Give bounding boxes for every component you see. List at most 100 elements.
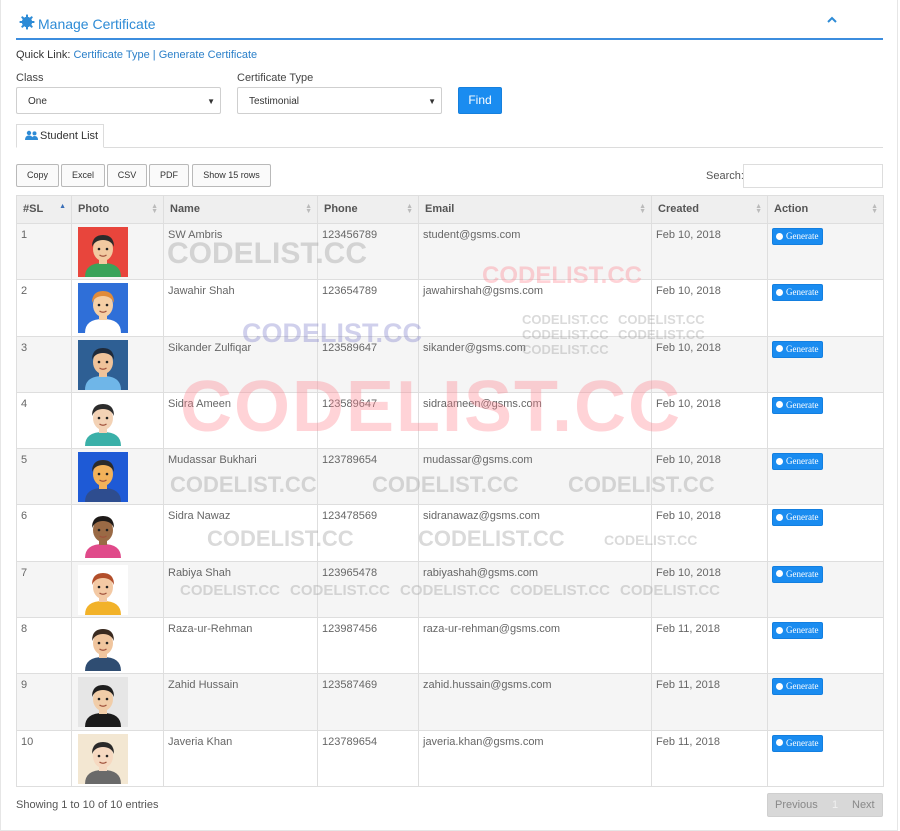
generate-button[interactable]: Generate (772, 622, 824, 640)
certificate-type-select[interactable]: Testimonial ▼ (237, 87, 442, 114)
cell-created: Feb 11, 2018 (651, 617, 768, 675)
generate-button[interactable]: Generate (772, 509, 824, 527)
student-table: #SL ▲ Photo ▲ ▼ Name ▲ ▼ Phone ▲ ▼ Email ▲ ▼ Crea… (16, 195, 884, 787)
find-button[interactable]: Find (458, 87, 502, 114)
cell-action: Generate (767, 560, 884, 619)
cell-phone: 123478569 (317, 504, 419, 562)
cell-sl: 10 (16, 729, 72, 787)
cell-action: Generate (767, 222, 884, 281)
previous-button[interactable]: Previous (775, 799, 818, 811)
sort-icon: ▲ ▼ (639, 203, 646, 215)
cell-action: Generate (767, 448, 884, 506)
circle-icon (776, 626, 783, 634)
chevron-up-icon[interactable] (825, 13, 839, 27)
cell-email: sikander@gsms.com (418, 335, 652, 393)
cell-photo (71, 729, 164, 787)
circle-icon (776, 232, 783, 240)
cell-action: Generate (767, 335, 884, 393)
generate-button[interactable]: Generate (772, 565, 824, 583)
cell-phone: 123589647 (317, 335, 419, 393)
generate-button[interactable]: Generate (772, 734, 824, 752)
sort-icon: ▲ ▼ (151, 203, 158, 215)
cell-name: Jawahir Shah (163, 279, 318, 337)
table-row: 10 Javeria Khan 123789654 javeria.khan@gsms… (16, 729, 884, 787)
certificate-type-link[interactable]: Certificate Type (73, 49, 149, 61)
cell-created: Feb 10, 2018 (651, 560, 768, 619)
generate-button[interactable]: Generate (772, 340, 824, 358)
cell-sl: 5 (16, 448, 72, 506)
cell-photo (71, 504, 164, 562)
sort-icon: ▲ ▼ (871, 203, 878, 215)
excel-button[interactable]: Excel (61, 164, 105, 187)
student-photo (78, 733, 128, 784)
cell-photo (71, 617, 164, 675)
cell-phone: 123789654 (317, 729, 419, 787)
page-1-button[interactable]: 1 (832, 799, 838, 811)
column-header-action[interactable]: Action ▲ ▼ (767, 195, 884, 224)
next-button[interactable]: Next (852, 799, 875, 811)
generate-button[interactable]: Generate (772, 284, 824, 302)
cell-name: SW Ambris (163, 222, 318, 281)
generate-button[interactable]: Generate (772, 453, 824, 471)
sort-icon: ▲ ▼ (305, 203, 312, 215)
cell-sl: 7 (16, 560, 72, 619)
column-header-phone[interactable]: Phone ▲ ▼ (317, 195, 419, 224)
circle-icon (776, 457, 783, 465)
sort-icon: ▲ ▼ (755, 203, 762, 215)
column-header-sl[interactable]: #SL ▲ (16, 195, 72, 224)
sort-icon: ▲ (59, 203, 66, 210)
class-label: Class (16, 72, 44, 84)
cell-phone: 123789654 (317, 448, 419, 506)
generate-button[interactable]: Generate (772, 228, 824, 245)
quick-links: Quick Link: Certificate Type | Generate … (16, 49, 257, 61)
class-select[interactable]: One ▼ (16, 87, 221, 114)
cell-name: Sidra Nawaz (163, 504, 318, 562)
cell-email: raza-ur-rehman@gsms.com (418, 617, 652, 675)
cell-phone: 123965478 (317, 560, 419, 619)
cell-photo (71, 335, 164, 393)
column-header-created[interactable]: Created ▲ ▼ (651, 195, 768, 224)
class-select-value: One (28, 96, 47, 107)
cell-email: javeria.khan@gsms.com (418, 729, 652, 787)
cell-action: Generate (767, 617, 884, 675)
cell-phone: 123654789 (317, 279, 419, 337)
table-row: 6 Sidra Nawaz 123478569 sidranawaz@gsms.com… (16, 504, 884, 562)
search-input[interactable] (743, 164, 883, 188)
column-header-email[interactable]: Email ▲ ▼ (418, 195, 652, 224)
column-header-name[interactable]: Name ▲ ▼ (163, 195, 318, 224)
student-photo (78, 395, 128, 446)
cell-name: Raza-ur-Rehman (163, 617, 318, 675)
pdf-button[interactable]: PDF (149, 164, 189, 187)
cell-email: student@gsms.com (418, 222, 652, 281)
cell-created: Feb 10, 2018 (651, 448, 768, 506)
generate-button[interactable]: Generate (772, 396, 824, 414)
cell-photo (71, 673, 164, 731)
cell-action: Generate (767, 729, 884, 787)
show-rows-button[interactable]: Show 15 rows (192, 164, 271, 187)
circle-icon (776, 739, 783, 747)
tab-label: Student List (40, 130, 99, 142)
table-row: 9 Zahid Hussain 123587469 zahid.hussain@gsm… (16, 673, 884, 731)
column-header-photo[interactable]: Photo ▲ ▼ (71, 195, 164, 224)
generate-certificate-link[interactable]: Generate Certificate (159, 49, 257, 61)
panel-header: Manage Certificate (16, 10, 883, 40)
cell-name: Mudassar Bukhari (163, 448, 318, 506)
tab-divider (16, 147, 883, 148)
search-label: Search: (706, 170, 744, 182)
student-photo (78, 564, 128, 615)
cell-email: sidranawaz@gsms.com (418, 504, 652, 562)
table-row: 4 Sidra Ameen 123589647 sidraameen@gsms.com… (16, 391, 884, 450)
table-row: 8 Raza-ur-Rehman 123987456 raza-ur-rehman@g… (16, 617, 884, 675)
cell-sl: 2 (16, 279, 72, 337)
cell-email: zahid.hussain@gsms.com (418, 673, 652, 731)
cell-phone: 123587469 (317, 673, 419, 731)
copy-button[interactable]: Copy (16, 164, 59, 187)
cell-sl: 8 (16, 617, 72, 675)
cell-photo (71, 279, 164, 337)
tab-student-list[interactable]: Student List (16, 124, 104, 148)
cell-created: Feb 10, 2018 (651, 504, 768, 562)
csv-button[interactable]: CSV (107, 164, 147, 187)
cell-action: Generate (767, 279, 884, 337)
cell-name: Sidra Ameen (163, 391, 318, 450)
generate-button[interactable]: Generate (772, 678, 824, 696)
